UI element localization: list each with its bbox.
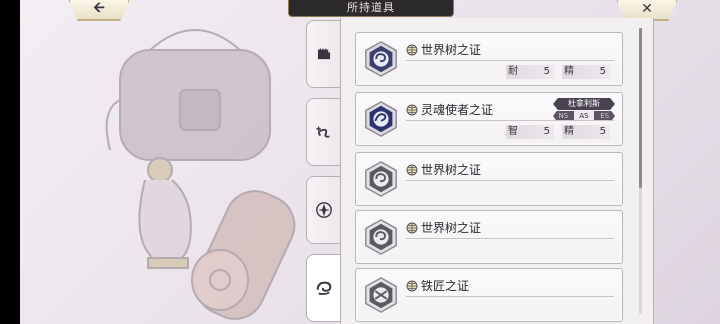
stat-badge: 精5 (562, 125, 610, 139)
back-button[interactable]: 🡨 (68, 0, 130, 21)
world-tree-emblem-icon (365, 219, 397, 255)
world-tree-emblem-icon (365, 161, 397, 197)
stat-badge: 智5 (506, 125, 554, 139)
globe-icon (406, 222, 418, 233)
fist-icon (317, 48, 331, 60)
close-x-icon: ✕ (641, 1, 653, 17)
category-tabs (306, 18, 341, 324)
list-item[interactable]: 灵魂使者之证 杜拿利斯 NS AS ES 智5 精5 (355, 92, 623, 146)
tab-category-3[interactable] (306, 176, 341, 244)
item-name: 灵魂使者之证 (421, 103, 494, 117)
star-emblem-icon (316, 202, 332, 218)
list-item[interactable]: 世界树之证 (355, 210, 623, 264)
item-name: 铁匠之证 (421, 279, 470, 293)
scrollbar-thumb[interactable] (639, 28, 642, 188)
globe-icon (406, 164, 418, 175)
character-tag: 杜拿利斯 (553, 98, 615, 110)
arrow-left-icon: 🡨 (93, 0, 105, 16)
soul-emissary-emblem-icon (365, 101, 397, 137)
swirl-plus-icon (316, 126, 330, 138)
wave-swirl-icon (316, 281, 332, 296)
divider (406, 296, 614, 297)
item-name: 世界树之证 (421, 163, 482, 177)
page-title: 所持道具 (288, 0, 454, 17)
list-item[interactable]: 世界树之证 耐5 精5 (355, 32, 623, 86)
divider (406, 238, 614, 239)
tab-category-4[interactable] (306, 254, 341, 322)
stat-badge: 精5 (562, 65, 610, 79)
world-tree-emblem-icon (365, 41, 397, 77)
item-name: 世界树之证 (421, 43, 482, 57)
blacksmith-emblem-icon (365, 277, 397, 313)
globe-icon (406, 44, 418, 55)
list-item[interactable]: 铁匠之证 (355, 268, 623, 322)
divider (406, 120, 614, 121)
divider (406, 180, 614, 181)
tab-category-2[interactable] (306, 98, 341, 166)
globe-icon (406, 104, 418, 115)
item-list[interactable]: 世界树之证 耐5 精5 灵魂使者之证 杜拿利斯 NS AS ES 智 5 精 5… (340, 18, 654, 324)
globe-icon (406, 280, 418, 291)
divider (406, 60, 614, 61)
item-name: 世界树之证 (421, 221, 482, 235)
screen: 🡨 所持道具 ✕ 世界树之证 耐 5 精 5 灵魂使者之证 杜拿利斯 NS AS… (20, 0, 720, 324)
scrollbar[interactable] (639, 28, 642, 314)
tab-category-1[interactable] (306, 20, 341, 88)
stat-badge: 耐5 (506, 65, 554, 79)
list-item[interactable]: 世界树之证 (355, 152, 623, 206)
